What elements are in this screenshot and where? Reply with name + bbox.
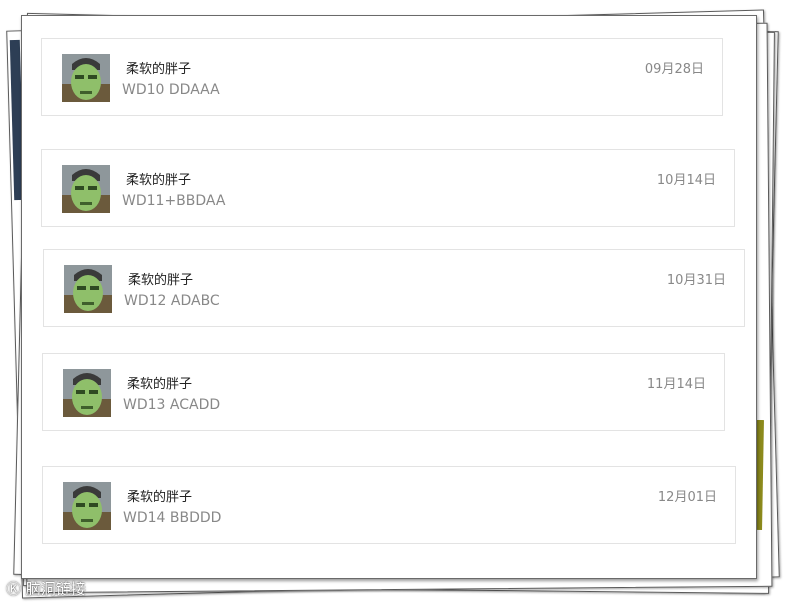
comment-card[interactable]: 柔软的胖子 WD13 ACADD 11月14日 xyxy=(42,353,725,431)
avatar-icon[interactable] xyxy=(64,265,112,313)
comment-card[interactable]: 柔软的胖子 WD11+BBDAA 10月14日 xyxy=(41,149,735,227)
avatar-icon[interactable] xyxy=(62,165,110,213)
avatar-icon[interactable] xyxy=(63,369,111,417)
comment-card[interactable]: 柔软的胖子 WD14 BBDDD 12月01日 xyxy=(42,466,736,544)
comment-card[interactable]: 柔软的胖子 WD10 DDAAA 09月28日 xyxy=(41,38,723,116)
comment-list-page: 柔软的胖子 WD10 DDAAA 09月28日 柔软的胖子 WD11+BBDAA… xyxy=(21,15,757,579)
comment-text: WD10 DDAAA xyxy=(122,82,220,98)
avatar-icon[interactable] xyxy=(63,482,111,530)
comment-date: 11月14日 xyxy=(646,377,706,392)
comment-text: WD13 ACADD xyxy=(123,397,221,413)
comment-text: WD14 BBDDD xyxy=(123,510,222,526)
comment-date: 09月28日 xyxy=(644,62,704,77)
hulk-mask-icon xyxy=(62,54,110,102)
comment-text: WD11+BBDAA xyxy=(122,193,226,209)
hulk-mask-icon xyxy=(62,165,110,213)
hulk-mask-icon xyxy=(64,265,112,313)
hulk-mask-icon xyxy=(63,482,111,530)
comment-author[interactable]: 柔软的胖子 xyxy=(127,373,192,392)
comment-author[interactable]: 柔软的胖子 xyxy=(127,486,192,505)
comment-card[interactable]: 柔软的胖子 WD12 ADABC 10月31日 xyxy=(43,249,745,327)
comment-date: 12月01日 xyxy=(657,490,717,505)
avatar-icon[interactable] xyxy=(62,54,110,102)
comment-date: 10月14日 xyxy=(656,173,716,188)
comment-author[interactable]: 柔软的胖子 xyxy=(126,169,191,188)
hulk-mask-icon xyxy=(63,369,111,417)
watermark: Ⓚ 脑洞链接 xyxy=(6,580,86,598)
comment-author[interactable]: 柔软的胖子 xyxy=(128,269,193,288)
comment-text: WD12 ADABC xyxy=(124,293,220,309)
comment-author[interactable]: 柔软的胖子 xyxy=(126,58,191,77)
comment-date: 10月31日 xyxy=(666,273,726,288)
